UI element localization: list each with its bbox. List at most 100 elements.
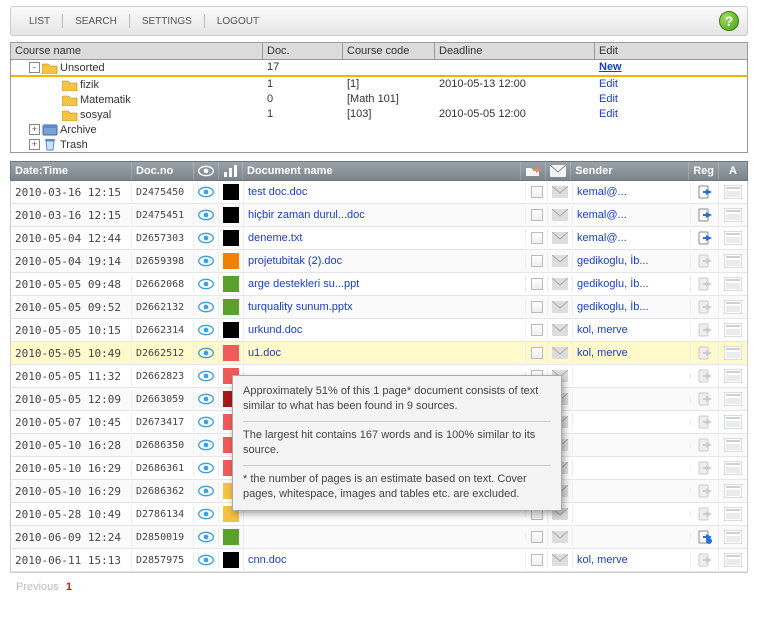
- select-checkbox[interactable]: [526, 551, 548, 569]
- mail-icon[interactable]: [548, 528, 573, 546]
- sender-link[interactable]: kemal@...: [577, 209, 627, 221]
- sender-link[interactable]: gedikoglu, İb...: [577, 278, 649, 290]
- tree-row[interactable]: +Trash: [11, 137, 747, 152]
- analysis-icon[interactable]: [719, 481, 747, 501]
- select-checkbox[interactable]: [526, 252, 548, 270]
- mail-icon[interactable]: [548, 298, 573, 316]
- analysis-icon[interactable]: [719, 251, 747, 271]
- view-icon[interactable]: [194, 436, 219, 454]
- analysis-icon[interactable]: [719, 320, 747, 340]
- tree-edit-link[interactable]: Edit: [599, 108, 618, 120]
- document-link[interactable]: cnn.doc: [248, 554, 287, 566]
- view-icon[interactable]: [194, 275, 219, 293]
- register-icon[interactable]: [691, 319, 719, 341]
- sender-link[interactable]: kol, merve: [577, 347, 628, 359]
- view-icon[interactable]: [194, 528, 219, 546]
- select-checkbox[interactable]: [526, 528, 548, 546]
- document-link[interactable]: hiçbir zaman durul...doc: [248, 209, 365, 221]
- analysis-icon[interactable]: [719, 435, 747, 455]
- register-icon[interactable]: [691, 411, 719, 433]
- register-icon[interactable]: [691, 296, 719, 318]
- select-checkbox[interactable]: [526, 183, 548, 201]
- view-icon[interactable]: [194, 413, 219, 431]
- sender-link[interactable]: kemal@...: [577, 186, 627, 198]
- nav-logout[interactable]: LOGOUT: [207, 14, 269, 29]
- table-row[interactable]: 2010-03-16 12:15D2475450test doc.dockema…: [11, 181, 747, 204]
- view-icon[interactable]: [194, 206, 219, 224]
- hdr-date[interactable]: Date:Time: [11, 162, 132, 180]
- hdr-mail-icon[interactable]: [546, 162, 571, 180]
- document-link[interactable]: u1.doc: [248, 347, 281, 359]
- select-checkbox[interactable]: [526, 206, 548, 224]
- table-row[interactable]: 2010-06-11 15:13D2857975cnn.dockol, merv…: [11, 549, 747, 572]
- tree-row[interactable]: Matematik0[Math 101]Edit: [11, 92, 747, 107]
- expander-icon[interactable]: +: [29, 124, 40, 135]
- document-link[interactable]: turquality sunum.pptx: [248, 301, 353, 313]
- table-row[interactable]: 2010-05-05 10:15D2662314urkund.dockol, m…: [11, 319, 747, 342]
- register-icon[interactable]: [691, 549, 719, 571]
- view-icon[interactable]: [194, 229, 219, 247]
- analysis-icon[interactable]: [719, 527, 747, 547]
- sender-link[interactable]: kemal@...: [577, 232, 627, 244]
- register-icon[interactable]: [691, 273, 719, 295]
- tree-row[interactable]: fizik1[1]2010-05-13 12:00Edit: [11, 77, 747, 92]
- analysis-icon[interactable]: [719, 182, 747, 202]
- table-row[interactable]: 2010-05-05 10:49D2662512u1.dockol, merve: [11, 342, 747, 365]
- tree-row[interactable]: +Archive: [11, 122, 747, 137]
- nav-search[interactable]: SEARCH: [65, 14, 127, 29]
- hdr-folder-send-icon[interactable]: [521, 162, 546, 180]
- analysis-icon[interactable]: [719, 412, 747, 432]
- table-row[interactable]: 2010-05-04 12:44D2657303deneme.txtkemal@…: [11, 227, 747, 250]
- hdr-sender[interactable]: Sender: [571, 162, 689, 180]
- tree-edit-link[interactable]: Edit: [599, 78, 618, 90]
- help-icon[interactable]: ?: [719, 11, 739, 31]
- table-row[interactable]: 2010-03-16 12:15D2475451hiçbir zaman dur…: [11, 204, 747, 227]
- view-icon[interactable]: [194, 482, 219, 500]
- register-icon[interactable]: [691, 526, 719, 548]
- analysis-icon[interactable]: [719, 550, 747, 570]
- analysis-icon[interactable]: [719, 458, 747, 478]
- register-icon[interactable]: [691, 181, 719, 203]
- hdr-a[interactable]: A: [719, 162, 747, 180]
- tree-row[interactable]: sosyal1[103]2010-05-05 12:00Edit: [11, 107, 747, 122]
- hdr-docname[interactable]: Document name: [243, 162, 521, 180]
- register-icon[interactable]: [691, 388, 719, 410]
- analysis-icon[interactable]: [719, 504, 747, 524]
- analysis-icon[interactable]: [719, 366, 747, 386]
- document-link[interactable]: arge destekleri su...ppt: [248, 278, 359, 290]
- mail-icon[interactable]: [548, 183, 573, 201]
- document-link[interactable]: urkund.doc: [248, 324, 302, 336]
- view-icon[interactable]: [194, 252, 219, 270]
- register-icon[interactable]: [691, 365, 719, 387]
- view-icon[interactable]: [194, 367, 219, 385]
- table-row[interactable]: 2010-05-05 09:52D2662132turquality sunum…: [11, 296, 747, 319]
- nav-settings[interactable]: SETTINGS: [132, 14, 202, 29]
- select-checkbox[interactable]: [526, 275, 548, 293]
- pager-prev[interactable]: Previous: [16, 581, 59, 593]
- register-icon[interactable]: [691, 227, 719, 249]
- view-icon[interactable]: [194, 321, 219, 339]
- view-icon[interactable]: [194, 344, 219, 362]
- analysis-icon[interactable]: [719, 228, 747, 248]
- tree-row[interactable]: -Unsorted17New: [11, 60, 747, 75]
- document-link[interactable]: test doc.doc: [248, 186, 307, 198]
- document-link[interactable]: deneme.txt: [248, 232, 302, 244]
- select-checkbox[interactable]: [526, 321, 548, 339]
- select-checkbox[interactable]: [526, 229, 548, 247]
- analysis-icon[interactable]: [719, 343, 747, 363]
- view-icon[interactable]: [194, 183, 219, 201]
- table-row[interactable]: 2010-05-05 09:48D2662068arge destekleri …: [11, 273, 747, 296]
- hdr-docno[interactable]: Doc.no: [132, 162, 194, 180]
- nav-list[interactable]: LIST: [19, 14, 60, 29]
- sender-link[interactable]: kol, merve: [577, 554, 628, 566]
- expander-icon[interactable]: +: [29, 139, 40, 150]
- register-icon[interactable]: [691, 342, 719, 364]
- mail-icon[interactable]: [548, 229, 573, 247]
- mail-icon[interactable]: [548, 206, 573, 224]
- tree-edit-link[interactable]: New: [599, 61, 622, 73]
- register-icon[interactable]: [691, 250, 719, 272]
- analysis-icon[interactable]: [719, 297, 747, 317]
- table-row[interactable]: 2010-06-09 12:24D2850019: [11, 526, 747, 549]
- sender-link[interactable]: kol, merve: [577, 324, 628, 336]
- register-icon[interactable]: [691, 434, 719, 456]
